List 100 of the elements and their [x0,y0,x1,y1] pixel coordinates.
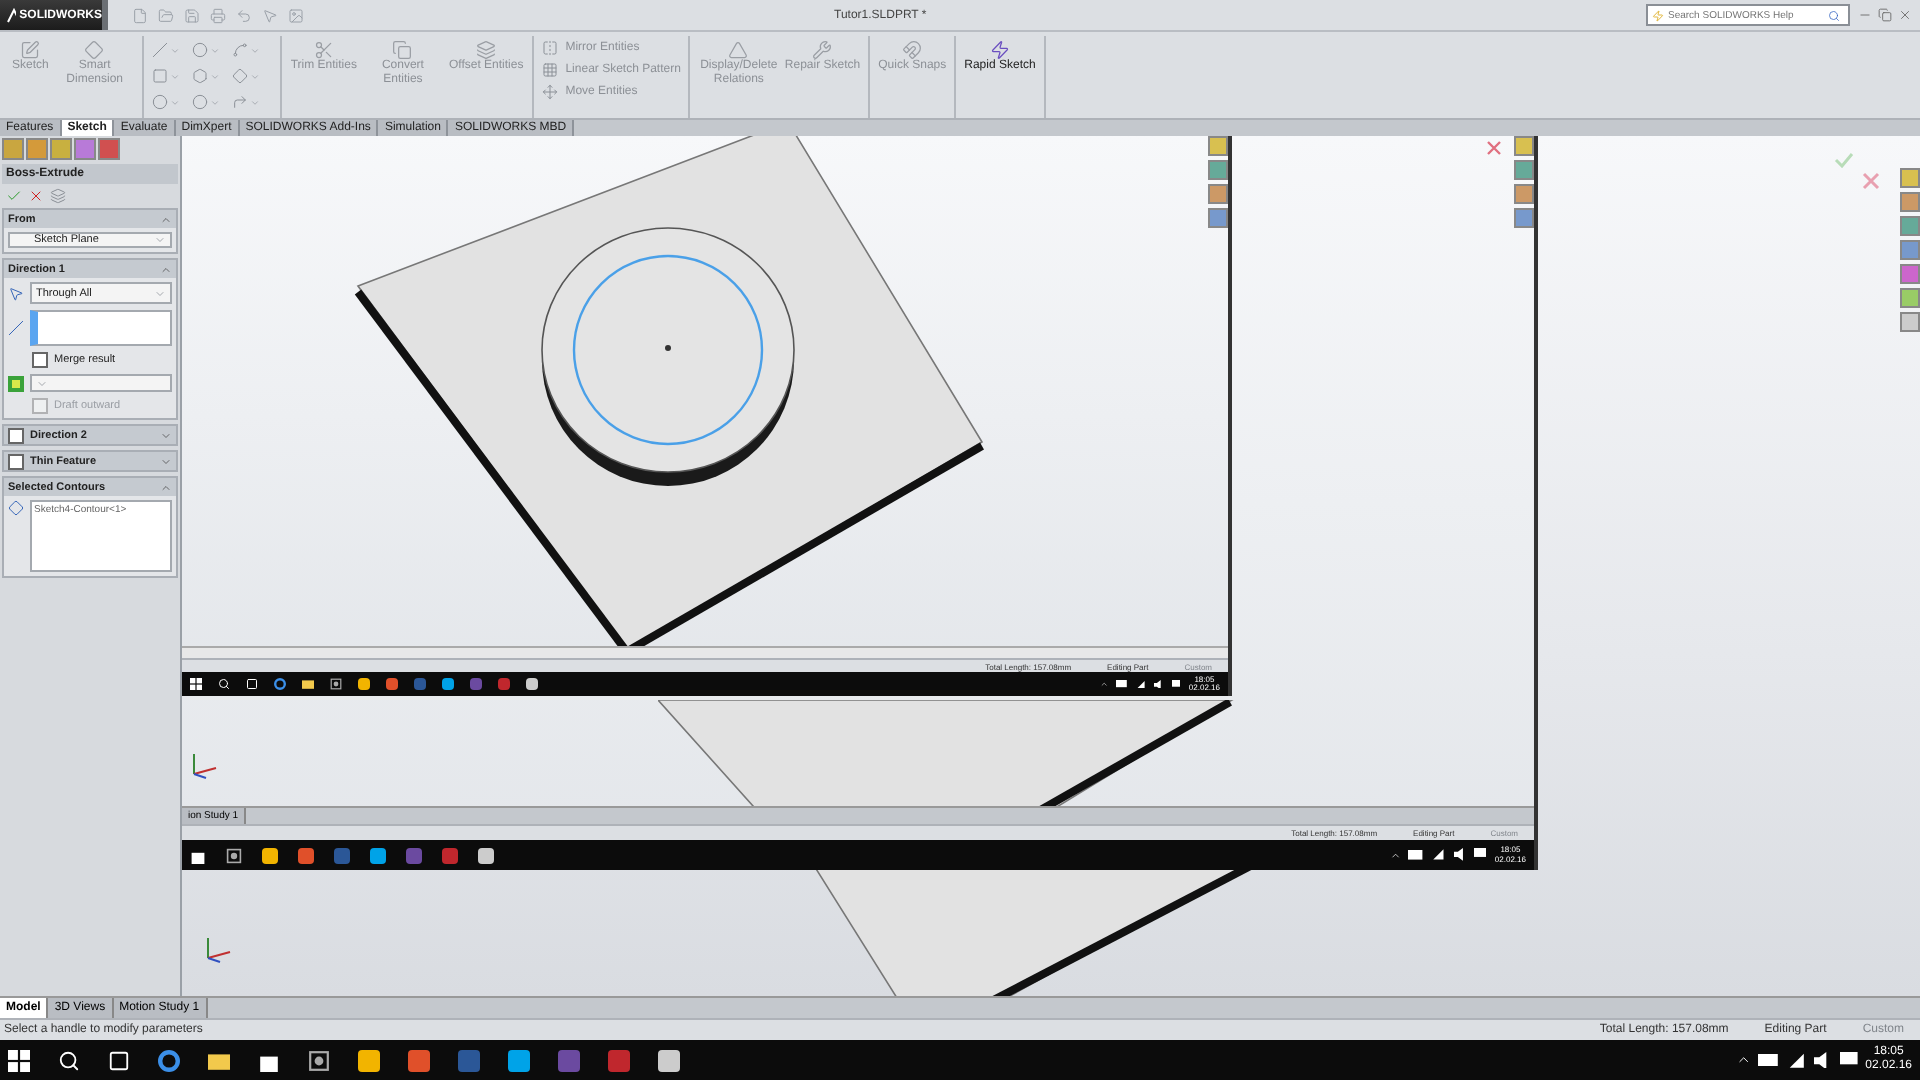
close-icon [1486,140,1502,156]
close-icon [1862,172,1880,190]
section-checkbox[interactable] [8,427,24,443]
store-bag-icon[interactable] [190,847,206,863]
printer-icon [210,7,226,23]
app-icon[interactable] [442,678,454,690]
app-icon[interactable] [386,678,398,690]
draft-icon [8,375,24,391]
search-icon [1828,9,1840,21]
app-icon[interactable] [262,847,278,863]
battery-icon [1758,1053,1781,1067]
caret-icon [170,71,181,81]
axis-triad-icon [202,936,234,964]
polygon-icon [192,68,209,84]
corner-arrow-icon [232,94,249,110]
save-icon [184,7,200,23]
circle-icon [192,94,209,110]
spline-icon [232,42,249,58]
restore-icon [1878,8,1892,22]
tray-caret-icon [1735,1052,1751,1068]
folder-icon[interactable] [302,678,314,690]
collapse-chevron-icon [160,213,172,225]
battery-icon [1116,680,1129,688]
caret-icon [170,45,181,55]
pointer-icon [262,7,278,23]
axis-triad-icon [188,752,220,780]
close-icon [28,188,44,204]
app-icon[interactable] [408,1049,430,1071]
open-folder-icon [158,7,174,23]
magnet-icon [902,40,923,60]
pencil-square-icon [20,40,41,60]
app-icon[interactable] [658,1049,680,1071]
undo-icon [236,7,252,23]
search-icon[interactable] [218,678,230,690]
app-icon[interactable] [358,678,370,690]
direction-field[interactable] [30,310,172,346]
line-icon [152,42,169,58]
expand-chevron-icon [160,455,172,467]
rectangle-icon [152,68,169,84]
caret-icon [250,97,261,107]
browser-icon[interactable] [158,1049,180,1071]
notification-icon [1171,679,1181,689]
caret-icon [210,71,221,81]
app-icon[interactable] [358,1049,380,1071]
camera-icon[interactable] [330,678,342,690]
caret-icon [154,234,166,246]
diamond-icon [84,40,105,60]
app-icon[interactable] [526,678,538,690]
ds-logo-icon [6,7,16,23]
expand-chevron-icon [160,429,172,441]
task-view-icon[interactable] [246,678,258,690]
caret-icon [210,97,221,107]
circle-icon [152,94,169,110]
task-view-icon[interactable] [108,1049,130,1071]
app-icon[interactable] [508,1049,530,1071]
check-icon [6,188,22,204]
notification-icon [1839,1051,1858,1069]
tray-caret-icon [1389,849,1401,861]
grid-icon [541,61,558,77]
check-icon [1834,152,1854,168]
lightning-icon [989,40,1010,60]
collapse-chevron-icon [160,263,172,275]
windows-logo-icon[interactable] [190,678,202,690]
speaker-icon [1814,1051,1832,1069]
wrench-icon [812,40,833,60]
app-icon[interactable] [298,847,314,863]
app-icon[interactable] [478,847,494,863]
merge-checkbox[interactable] [32,352,48,368]
tray-caret-icon [1099,679,1109,689]
scrollbar[interactable] [182,646,1228,658]
close-icon [1898,8,1912,22]
caret-icon [154,287,166,299]
contour-icon [8,500,24,516]
collapse-chevron-icon [160,481,172,493]
layers-icon [476,40,497,60]
caret-icon [170,97,181,107]
new-file-icon [132,7,148,23]
camera-icon[interactable] [308,1049,330,1071]
camera-icon[interactable] [226,847,242,863]
spinner-arrows-icon [36,377,48,389]
mirror-icon [541,39,558,55]
caret-icon [250,71,261,81]
browser-icon[interactable] [274,678,286,690]
copy-icon [392,40,413,60]
scissors-icon [313,40,334,60]
folder-icon[interactable] [208,1049,230,1071]
circle-icon [192,42,209,58]
section-checkbox[interactable] [8,453,24,469]
caret-icon [210,45,221,55]
windows-logo-icon[interactable] [8,1049,30,1071]
app-icon[interactable] [370,847,386,863]
move-icon [541,83,558,99]
search-icon[interactable] [58,1049,80,1071]
direction-arrow-icon [8,285,24,301]
triangle-icon [728,40,749,60]
speaker-icon [1453,848,1467,862]
caret-icon [250,45,261,55]
speaker-icon [1153,679,1164,689]
notification-icon [1474,848,1487,862]
diamond-icon [232,68,249,84]
